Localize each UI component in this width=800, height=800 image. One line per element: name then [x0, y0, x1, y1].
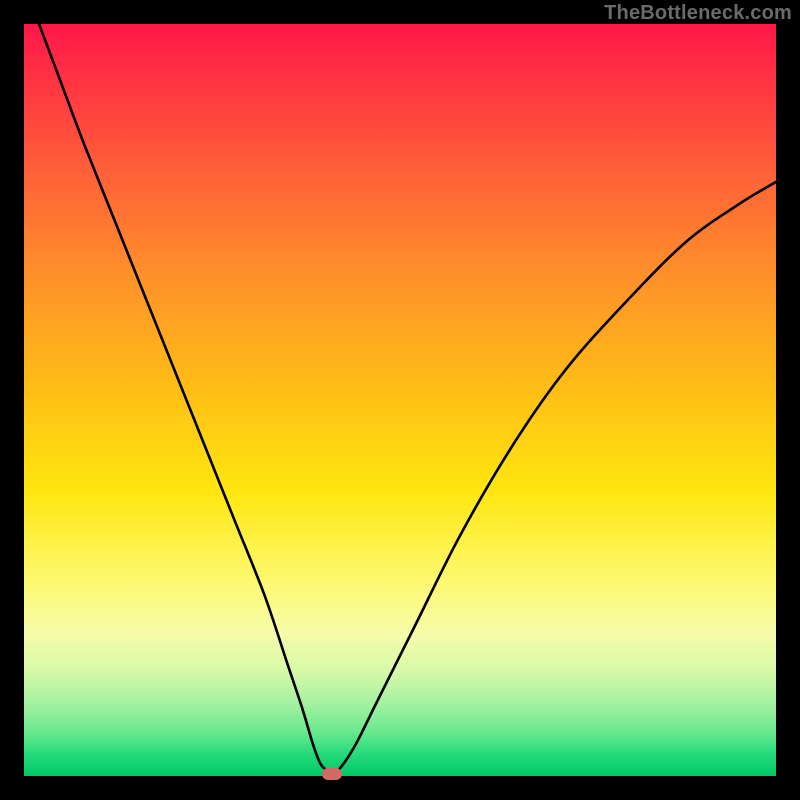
plot-area: [24, 24, 776, 776]
curve-svg: [24, 24, 776, 776]
chart-frame: TheBottleneck.com: [0, 0, 800, 800]
watermark-text: TheBottleneck.com: [604, 2, 792, 25]
min-marker: [322, 768, 342, 780]
bottleneck-curve-path: [39, 24, 776, 774]
